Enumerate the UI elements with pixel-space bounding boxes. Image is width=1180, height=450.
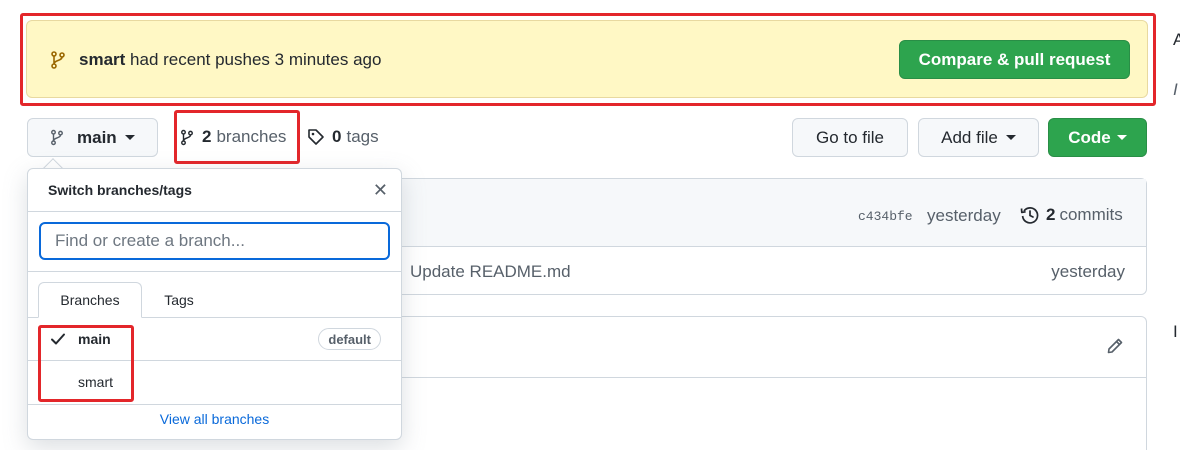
add-file-label: Add file [941, 127, 998, 147]
check-icon [51, 333, 65, 345]
branches-link[interactable]: 2 branches [180, 127, 286, 147]
sidebar-edge-fragment: A [1173, 30, 1180, 49]
tab-branches[interactable]: Branches [38, 282, 142, 318]
banner-text: smart had recent pushes 3 minutes ago [79, 50, 381, 70]
tab-tags[interactable]: Tags [144, 282, 214, 318]
readme-box [400, 316, 1147, 450]
recent-pushes-banner: smart had recent pushes 3 minutes ago Co… [26, 20, 1148, 98]
branch-item-smart[interactable]: smart [28, 361, 401, 404]
branch-switcher-dropdown: Switch branches/tags ✕ Branches Tags mai… [27, 168, 402, 440]
dropdown-title: Switch branches/tags [48, 182, 192, 198]
branch-search-input[interactable] [39, 222, 390, 260]
tag-icon [308, 129, 324, 145]
default-badge: default [318, 328, 381, 350]
file-row: Update README.md yesterday [400, 248, 1146, 296]
branch-item-main[interactable]: main default [28, 318, 401, 361]
readme-divider [400, 377, 1146, 378]
branch-select-button[interactable]: main [27, 118, 158, 157]
close-icon[interactable]: ✕ [373, 181, 388, 199]
branches-label: branches [216, 127, 287, 146]
latest-commit-bar: c434bfe yesterday 2 commits [400, 179, 1146, 247]
git-branch-icon [181, 129, 193, 145]
code-button[interactable]: Code [1048, 118, 1147, 157]
go-to-file-label: Go to file [815, 127, 885, 147]
compare-pull-request-button[interactable]: Compare & pull request [899, 40, 1130, 79]
commits-label: commits [1059, 205, 1123, 224]
banner-message: had recent pushes 3 minutes ago [130, 50, 382, 69]
branches-count: 2 [202, 127, 212, 146]
pencil-icon[interactable] [1106, 337, 1124, 355]
commits-count: 2 [1046, 205, 1056, 224]
file-commit-message[interactable]: Update README.md [410, 262, 571, 282]
file-commit-time: yesterday [1051, 262, 1125, 281]
chevron-down-icon [1005, 135, 1016, 140]
code-label: Code [1068, 127, 1111, 147]
commits-link[interactable]: 2 commits [1020, 205, 1123, 225]
tags-count: 0 [332, 127, 342, 146]
chevron-down-icon [124, 135, 135, 140]
divider [28, 271, 401, 272]
add-file-button[interactable]: Add file [918, 118, 1039, 157]
chevron-down-icon [1116, 135, 1127, 140]
view-all-branches-link[interactable]: View all branches [28, 411, 401, 427]
branch-item-label: smart [78, 374, 113, 390]
sidebar-edge-fragment: I [1173, 322, 1178, 341]
git-branch-icon [51, 51, 65, 69]
branch-select-label: main [77, 127, 117, 147]
history-icon [1020, 207, 1039, 224]
divider [28, 211, 401, 212]
tags-link[interactable]: 0 tags [307, 127, 379, 147]
branch-item-label: main [78, 331, 111, 347]
banner-branch-name[interactable]: smart [79, 50, 125, 69]
tags-label: tags [346, 127, 379, 146]
git-branch-icon [51, 129, 63, 146]
sidebar-edge-fragment: I [1173, 80, 1178, 99]
divider [28, 404, 401, 405]
file-list-box: c434bfe yesterday 2 commits Update READM… [400, 178, 1147, 295]
go-to-file-button[interactable]: Go to file [792, 118, 908, 157]
commit-time: yesterday [927, 206, 1001, 225]
commit-sha[interactable]: c434bfe [858, 209, 913, 224]
